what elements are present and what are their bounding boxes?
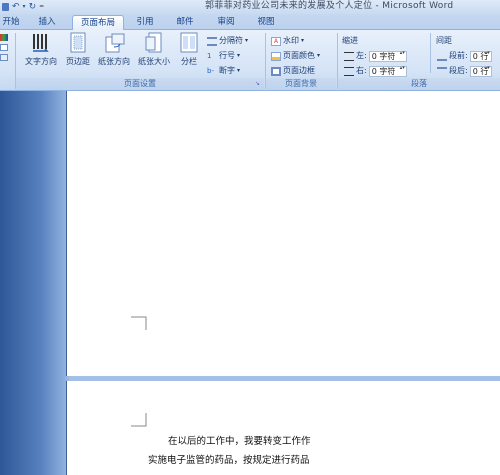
- ribbon: 文字方向 页边距 纸张方向 纸张大小 分栏 分隔符 ▾ 1 行号 ▾ b- 断字…: [0, 30, 500, 91]
- margins-icon: [68, 32, 88, 54]
- page-color-label: 页面颜色: [283, 51, 315, 60]
- theme-fonts-icon[interactable]: [0, 44, 8, 51]
- tab-review[interactable]: 审阅: [211, 15, 241, 30]
- page-color-button[interactable]: 页面颜色 ▾: [271, 50, 320, 62]
- tab-view[interactable]: 视图: [251, 15, 281, 30]
- spacing-before-control: 段前: 0 行: [437, 50, 492, 62]
- hyphenation-button[interactable]: b- 断字 ▾: [207, 65, 240, 77]
- tab-references[interactable]: 引用: [130, 15, 160, 30]
- indent-right-input[interactable]: 0 字符: [368, 65, 407, 77]
- margins-button[interactable]: 页边距: [63, 32, 93, 67]
- orientation-label: 纸张方向: [98, 57, 130, 66]
- quick-access-toolbar: ↶ ▾ ↻ =: [0, 0, 44, 14]
- chevron-down-icon: ▾: [237, 67, 241, 74]
- themes-group-partial: [0, 34, 12, 74]
- save-icon[interactable]: [2, 3, 9, 11]
- undo-dropdown-icon[interactable]: ▾: [23, 0, 26, 14]
- indent-heading: 缩进: [342, 36, 358, 45]
- page-borders-label: 页面边框: [283, 66, 315, 75]
- spacing-after-icon: [437, 66, 447, 76]
- indent-left-control: 左: 0 字符: [344, 50, 407, 62]
- indent-right-control: 右: 0 字符: [344, 65, 407, 77]
- spacing-heading: 间距: [436, 36, 452, 45]
- document-area: 在以后的工作中，我要转变工作作 实施电子监管的药品，按规定进行药品: [0, 91, 500, 475]
- spacing-after-control: 段后: 0 行: [437, 65, 492, 77]
- breaks-label: 分隔符: [219, 36, 243, 45]
- chevron-down-icon: ▾: [301, 37, 305, 44]
- page-setup-dialog-launcher-icon[interactable]: ↘: [255, 80, 260, 87]
- ribbon-tab-row: 开始 插入 页面布局 引用 邮件 审阅 视图: [0, 14, 500, 31]
- title-bar: ↶ ▾ ↻ = 郭菲菲对药业公司未来的发展及个人定位 - Microsoft W…: [0, 0, 500, 14]
- window-title: 郭菲菲对药业公司未来的发展及个人定位 - Microsoft Word: [205, 1, 454, 11]
- columns-button[interactable]: 分栏: [175, 32, 203, 67]
- columns-label: 分栏: [181, 57, 197, 66]
- text-direction-icon: [31, 32, 51, 54]
- chevron-down-icon: ▾: [245, 37, 249, 44]
- spacing-after-input[interactable]: 0 行: [469, 65, 492, 77]
- columns-icon: [179, 32, 199, 54]
- redo-icon[interactable]: ↻: [29, 0, 37, 14]
- hyphenation-label: 断字: [219, 66, 235, 75]
- group-separator: [430, 33, 431, 73]
- line-numbers-button[interactable]: 1 行号 ▾: [207, 50, 240, 62]
- document-page[interactable]: 在以后的工作中，我要转变工作作 实施电子监管的药品，按规定进行药品: [67, 381, 500, 475]
- qat-customize-icon[interactable]: =: [39, 0, 44, 14]
- line-numbers-icon: 1: [207, 51, 212, 60]
- indent-left-label: 左:: [356, 51, 367, 60]
- spacing-before-label: 段前:: [449, 51, 468, 60]
- document-page[interactable]: [67, 91, 500, 376]
- page-borders-icon: [271, 66, 281, 76]
- spacing-after-label: 段后:: [449, 66, 468, 75]
- tab-home[interactable]: 开始: [0, 15, 22, 30]
- theme-effects-icon[interactable]: [0, 54, 8, 61]
- breaks-icon: [207, 36, 217, 46]
- theme-colors-icon[interactable]: [0, 34, 8, 41]
- spacing-before-icon: [437, 52, 447, 61]
- watermark-label: 水印: [283, 36, 299, 45]
- indent-left-input[interactable]: 0 字符: [368, 50, 407, 62]
- line-numbers-label: 行号: [219, 51, 235, 60]
- breaks-button[interactable]: 分隔符 ▾: [207, 35, 248, 47]
- body-text-line: 实施电子监管的药品，按规定进行药品: [148, 455, 310, 466]
- size-button[interactable]: 纸张大小: [134, 32, 174, 67]
- orientation-button[interactable]: 纸张方向: [94, 32, 134, 67]
- indent-right-label: 右:: [356, 66, 367, 75]
- chevron-down-icon: ▾: [317, 52, 321, 59]
- indent-left-icon: [344, 51, 354, 61]
- page-color-icon: [271, 51, 281, 61]
- paper-size-icon: [144, 32, 164, 54]
- tab-mailings[interactable]: 邮件: [170, 15, 200, 30]
- page-background-group-label: 页面背景: [266, 78, 336, 90]
- text-direction-button[interactable]: 文字方向: [19, 32, 63, 67]
- spacing-before-input[interactable]: 0 行: [469, 50, 492, 62]
- tab-insert[interactable]: 插入: [33, 15, 61, 30]
- hyphenation-icon: b-: [207, 66, 214, 75]
- margins-label: 页边距: [66, 57, 90, 66]
- paragraph-group-label: 段落: [338, 78, 500, 90]
- page-borders-button[interactable]: 页面边框: [271, 65, 315, 77]
- chevron-down-icon: ▾: [237, 52, 241, 59]
- page-setup-group-label: 页面设置: [16, 78, 264, 90]
- text-fade-overlay: [330, 427, 500, 475]
- page-corner-mark: [131, 413, 147, 427]
- page-corner-mark: [131, 316, 147, 330]
- body-text-line: 在以后的工作中，我要转变工作作: [168, 436, 311, 447]
- undo-icon[interactable]: ↶: [12, 0, 20, 14]
- orientation-icon: [104, 32, 125, 54]
- text-direction-label: 文字方向: [25, 57, 57, 66]
- watermark-button[interactable]: A 水印 ▾: [271, 35, 304, 47]
- indent-right-icon: [344, 66, 354, 76]
- watermark-icon: A: [271, 36, 281, 46]
- size-label: 纸张大小: [138, 57, 170, 66]
- tab-page-layout[interactable]: 页面布局: [72, 15, 124, 31]
